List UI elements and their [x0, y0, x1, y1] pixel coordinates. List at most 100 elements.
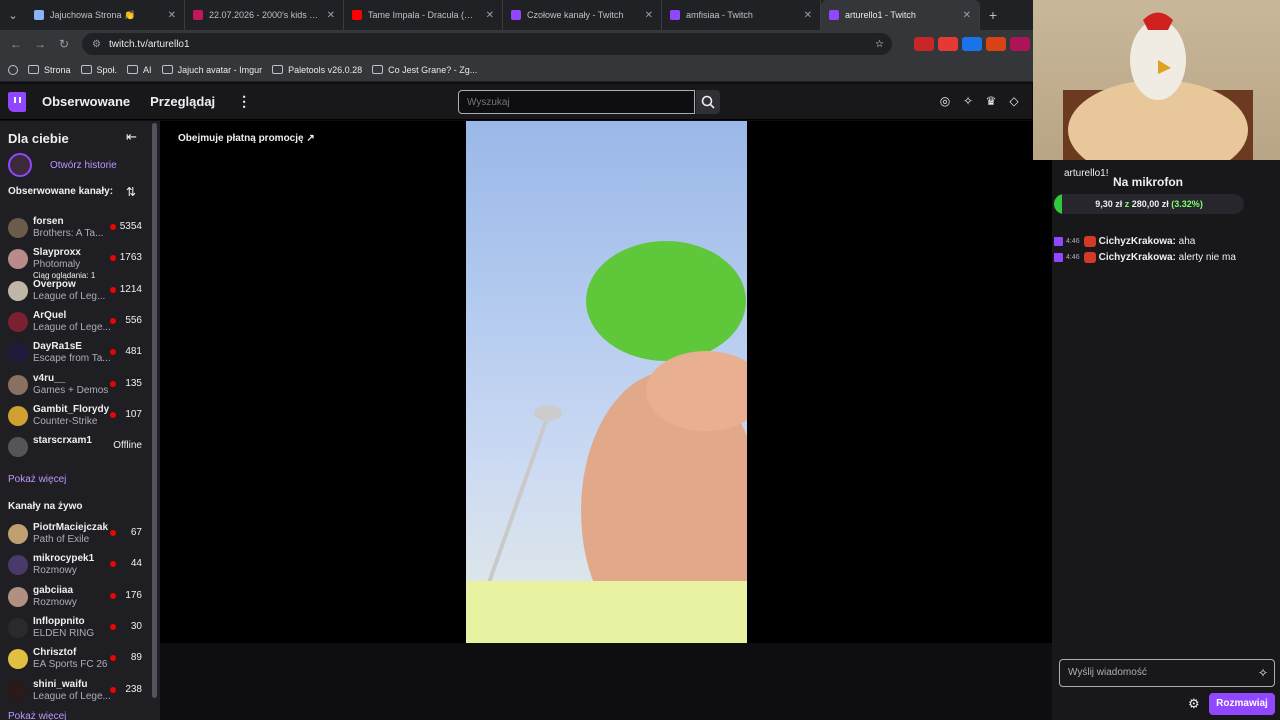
- avatar: [8, 555, 28, 576]
- sidebar: Dla ciebie ⇤ Otwórz historie Obserwowane…: [0, 121, 160, 720]
- tab-close-icon[interactable]: ✕: [327, 10, 335, 21]
- browser-tab[interactable]: arturello1 - Twitch ✕: [821, 0, 980, 30]
- paid-promotion-label[interactable]: Obejmuje płatną promocję ↗: [178, 133, 315, 144]
- search-button[interactable]: [696, 90, 720, 114]
- bits-icon[interactable]: ✧: [961, 94, 975, 108]
- sub-badge-icon: [1083, 252, 1096, 263]
- tab-close-icon[interactable]: ✕: [804, 10, 812, 21]
- inbox-icon[interactable]: ◇: [1007, 94, 1021, 108]
- live-indicator: [110, 317, 116, 324]
- badge-icon: [1054, 253, 1063, 262]
- chat-settings-icon[interactable]: ⚙: [1188, 696, 1200, 712]
- tab-favicon-icon: [829, 10, 839, 20]
- channel-item[interactable]: forsen Brothers: A Ta... 5354: [8, 216, 148, 246]
- sort-icon[interactable]: ⇅: [126, 185, 136, 199]
- url-bar[interactable]: ⚙ twitch.tv/arturello1 ☆: [82, 33, 892, 55]
- channel-item[interactable]: DayRa1sE Escape from Ta... 481: [8, 341, 148, 371]
- browser-tab[interactable]: Tame Impala - Dracula (Official ✕: [344, 0, 503, 30]
- live-indicator: [110, 592, 116, 599]
- tab-favicon-icon: [193, 10, 203, 20]
- browser-tab[interactable]: Jajuchowa Strona 👏 ✕: [26, 0, 185, 30]
- tab-favicon-icon: [34, 10, 44, 20]
- bookmark-item[interactable]: AI: [127, 65, 152, 75]
- viewer-count: 481: [125, 346, 142, 358]
- prime-crown-icon[interactable]: ♛: [984, 94, 998, 108]
- live-channels-title: Kanały na żywo: [8, 501, 83, 512]
- live-indicator: [110, 286, 116, 293]
- chat-input[interactable]: Wyślij wiadomość ✧: [1059, 659, 1275, 687]
- video-player[interactable]: Obejmuje płatną promocję ↗: [160, 121, 1052, 643]
- tab-close-icon[interactable]: ✕: [963, 10, 971, 21]
- live-indicator: [110, 686, 116, 693]
- tab-close-icon[interactable]: ✕: [645, 10, 653, 21]
- bookmark-item[interactable]: Jajuch avatar - Imgur: [161, 65, 262, 75]
- channel-name: mikrocypek1: [33, 553, 95, 565]
- channel-item[interactable]: ArQuel League of Lege... 556: [8, 310, 148, 340]
- channel-item[interactable]: Gambit_Florydy Counter-Strike 107: [8, 404, 148, 434]
- bookmark-item[interactable]: Strona: [28, 65, 71, 75]
- search-input[interactable]: [458, 90, 695, 114]
- timestamp: 4:46: [1066, 254, 1080, 261]
- channel-item[interactable]: Infloppnito ELDEN RING 30: [8, 616, 148, 646]
- extension-icon[interactable]: [914, 37, 934, 51]
- channel-item[interactable]: Overpow League of Leg... 1214: [8, 279, 148, 309]
- youtube-extension-icon[interactable]: [938, 37, 958, 51]
- twitch-top-nav: Obserwowane Przeglądaj ⋮ ◎ ✧ ♛ ◇: [0, 84, 1032, 120]
- chat-message[interactable]: 4:46 CichyzKrakowa: aha: [1054, 236, 1195, 247]
- channel-item[interactable]: Chrisztof EA Sports FC 26 89: [8, 647, 148, 677]
- more-menu-icon[interactable]: ⋮: [237, 93, 251, 110]
- bookmark-item[interactable]: Społ.: [80, 65, 117, 75]
- send-chat-button[interactable]: Rozmawiaj: [1209, 693, 1275, 715]
- browser-tab[interactable]: amfisiaa - Twitch ✕: [662, 0, 821, 30]
- goal-progress-bar: 9,30 zł z 280,00 zł (3.32%): [1054, 194, 1244, 214]
- block-extension-icon[interactable]: [986, 37, 1006, 51]
- extension-icon[interactable]: [1010, 37, 1030, 51]
- goal-user: arturello1!: [1064, 168, 1109, 179]
- nav-following[interactable]: Obserwowane: [42, 94, 130, 109]
- site-info-icon[interactable]: ⚙: [92, 39, 101, 50]
- channel-item[interactable]: gabciiaa Rozmowy 176: [8, 585, 148, 615]
- tab-title: 22.07.2026 - 2000's kids radio |: [209, 10, 321, 20]
- channel-name: Chrisztof: [33, 647, 77, 659]
- show-more-link[interactable]: Pokaż więcej: [8, 474, 66, 485]
- new-tab-button[interactable]: +: [980, 7, 1006, 23]
- sidebar-scrollbar[interactable]: [152, 123, 157, 698]
- twitch-logo-icon[interactable]: [8, 91, 26, 112]
- channel-item[interactable]: shini_waifu League of Lege... 238: [8, 679, 148, 709]
- bookmark-item[interactable]: Paletools v26.0.28: [272, 65, 362, 75]
- nav-browse[interactable]: Przeglądaj: [150, 94, 215, 109]
- browser-tab[interactable]: Czołowe kanały - Twitch ✕: [503, 0, 662, 30]
- audio-extension-icon[interactable]: [962, 37, 982, 51]
- tab-title: Tame Impala - Dracula (Official: [368, 10, 480, 20]
- back-icon[interactable]: ←: [4, 37, 28, 51]
- chat-username[interactable]: CichyzKrakowa:: [1099, 252, 1176, 263]
- followed-channels-title: Obserwowane kanały:: [8, 186, 114, 197]
- tab-close-icon[interactable]: ✕: [168, 10, 176, 21]
- collapse-sidebar-icon[interactable]: ⇤: [126, 129, 137, 145]
- history-button[interactable]: Otwórz historie: [8, 153, 117, 177]
- show-more-link-bottom[interactable]: Pokaż więcej: [8, 711, 66, 720]
- sidebar-title: Dla ciebie: [8, 131, 69, 146]
- notifications-icon[interactable]: ◎: [938, 94, 952, 108]
- browser-tab[interactable]: 22.07.2026 - 2000's kids radio | ✕: [185, 0, 344, 30]
- reload-icon[interactable]: ↻: [52, 37, 76, 51]
- chat-username[interactable]: CichyzKrakowa:: [1099, 236, 1176, 247]
- channel-name: shini_waifu: [33, 678, 88, 690]
- tab-close-icon[interactable]: ✕: [486, 10, 494, 21]
- chat-input-placeholder: Wyślij wiadomość: [1068, 667, 1147, 678]
- stream-video[interactable]: [466, 121, 747, 643]
- forward-icon[interactable]: →: [28, 37, 52, 51]
- channel-item[interactable]: v4ru__ Games + Demos 135: [8, 373, 148, 403]
- bits-icon[interactable]: ✧: [1258, 660, 1268, 686]
- bookmark-item[interactable]: Co Jest Grane? - Zg...: [372, 65, 477, 75]
- channel-item[interactable]: mikrocypek1 Rozmowy 44: [8, 553, 148, 583]
- channel-item[interactable]: starscrxam1 Offline: [8, 435, 148, 465]
- channel-item[interactable]: PiotrMaciejczak Path of Exile 67: [8, 522, 148, 552]
- apps-icon[interactable]: [8, 64, 18, 75]
- bookmark-star-icon[interactable]: ☆: [875, 39, 884, 50]
- chat-message[interactable]: 4:46 CichyzKrakowa: alerty nie ma: [1054, 252, 1236, 263]
- tab-search-button[interactable]: ⌄: [0, 0, 26, 30]
- viewer-count: 238: [125, 683, 142, 695]
- channel-item[interactable]: Slayproxx Photomaly 1763 Ciąg oglądania: 1: [8, 247, 148, 280]
- bookmark-label: Strona: [44, 64, 71, 75]
